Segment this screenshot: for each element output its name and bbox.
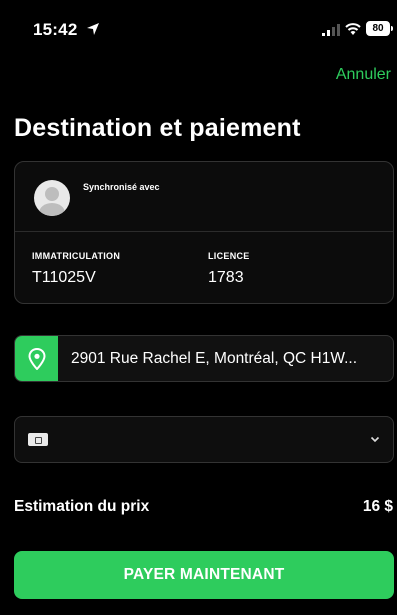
signal-icon [322, 24, 340, 36]
location-pin-icon [27, 347, 46, 370]
pay-now-label: PAYER MAINTENANT [123, 566, 285, 583]
price-estimate-value: 16 $ [362, 498, 393, 515]
status-time: 15:42 [33, 20, 78, 39]
avatar [34, 180, 70, 216]
credit-card-icon [28, 433, 48, 446]
price-estimate-label: Estimation du prix [14, 498, 150, 515]
chevron-down-icon [370, 436, 380, 443]
destination-address: 2901 Rue Rachel E, Montréal, QC H1W... [71, 350, 358, 367]
battery-icon: 80 [366, 21, 393, 36]
license-label: LICENCE [208, 251, 250, 261]
pay-now-button[interactable]: PAYER MAINTENANT [14, 551, 394, 599]
license-value: 1783 [208, 269, 244, 286]
battery-level: 80 [372, 23, 384, 34]
payment-method-select[interactable] [14, 416, 394, 463]
page-title: Destination et paiement [14, 114, 301, 142]
driver-card: Synchronisé avec IMMATRICULATION T11025V… [14, 161, 394, 304]
plate-value: T11025V [32, 269, 96, 286]
destination-field[interactable]: 2901 Rue Rachel E, Montréal, QC H1W... [14, 335, 394, 382]
plate-label: IMMATRICULATION [32, 251, 121, 261]
wifi-icon [345, 23, 361, 35]
status-bar: 15:42 80 [0, 0, 397, 60]
cancel-button[interactable]: Annuler [336, 66, 391, 84]
sync-label: Synchronisé avec [83, 182, 160, 192]
location-arrow-icon [87, 23, 99, 35]
location-pin-button [15, 336, 58, 381]
card-divider [15, 231, 393, 232]
